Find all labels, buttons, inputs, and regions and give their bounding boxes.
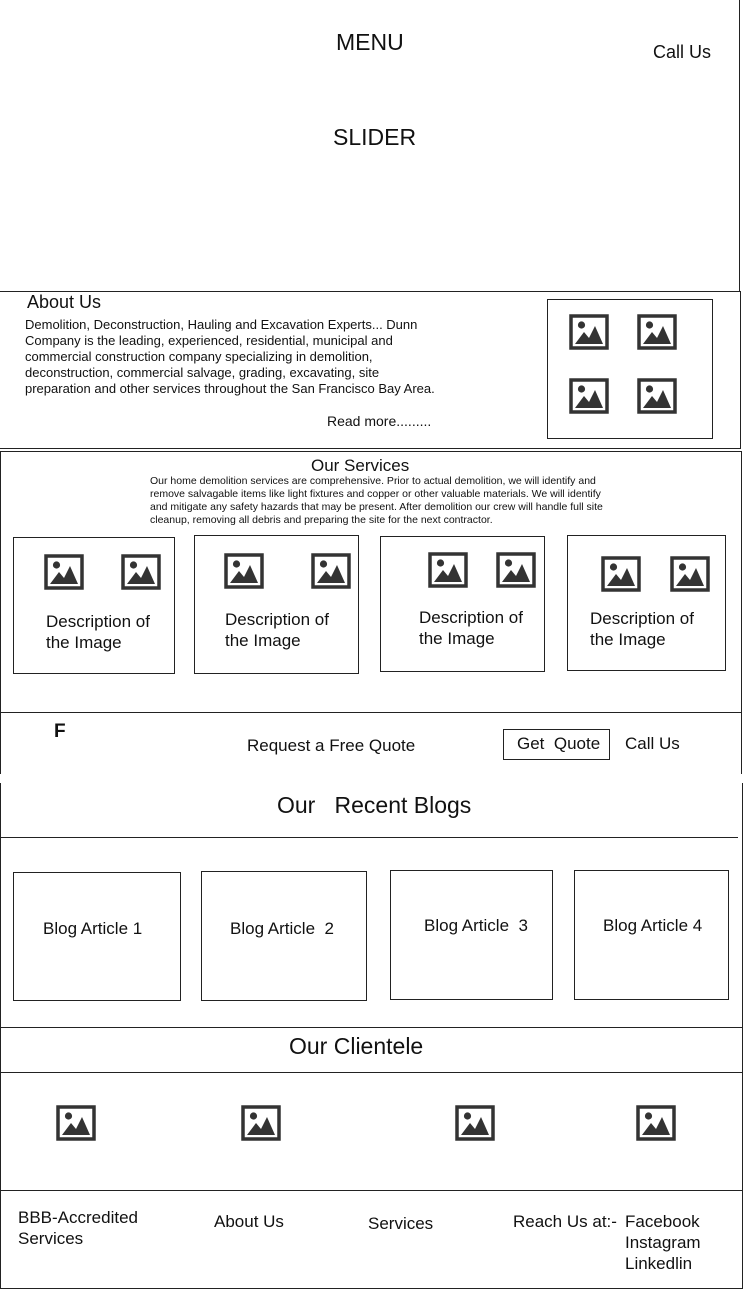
footer-services-link[interactable]: Services: [368, 1214, 433, 1234]
get-quote-label: Get Quote: [517, 734, 601, 753]
blog-article-card[interactable]: Blog Article 1: [13, 872, 181, 1001]
image-placeholder-icon: [601, 556, 641, 592]
clientele-section: Our Clientele: [0, 1027, 743, 1191]
image-placeholder-icon: [496, 552, 536, 588]
blog-article-title: Blog Article 1: [43, 919, 143, 938]
image-placeholder-icon: [121, 554, 161, 590]
quote-call-us-link[interactable]: Call Us: [625, 734, 680, 754]
client-logo-icon: [56, 1105, 96, 1141]
image-placeholder-icon: [637, 314, 677, 350]
blog-article-title: Blog Article 4: [603, 916, 703, 935]
hero-slider[interactable]: SLIDER: [333, 124, 416, 152]
blog-article-card[interactable]: Blog Article 4: [574, 870, 729, 1000]
image-placeholder-icon: [569, 378, 609, 414]
footer-instagram-link[interactable]: Instagram: [625, 1233, 701, 1253]
header-section: MENU Call Us SLIDER: [0, 0, 740, 292]
client-logo-icon: [241, 1105, 281, 1141]
services-paragraph: Our home demolition services are compreh…: [150, 475, 603, 526]
blog-article-title: Blog Article 2: [230, 919, 334, 938]
footer: BBB-Accredited Services About Us Service…: [0, 1190, 743, 1289]
service-card-description: Description of the Image: [590, 609, 694, 649]
image-placeholder-icon: [311, 553, 351, 589]
client-logo-icon: [455, 1105, 495, 1141]
blogs-heading: Our Recent Blogs: [277, 792, 472, 818]
request-quote-text: Request a Free Quote: [247, 736, 416, 755]
about-image-gallery: [547, 299, 713, 439]
footer-bbb-accredited[interactable]: BBB-Accredited Services: [18, 1207, 138, 1249]
client-logo-icon: [636, 1105, 676, 1141]
image-placeholder-icon: [224, 553, 264, 589]
services-section: Our Services Our home demolition service…: [0, 451, 742, 713]
service-card[interactable]: Description of the Image: [194, 535, 359, 674]
service-card-description: Description of the Image: [46, 612, 150, 652]
service-card-description: Description of the Image: [225, 610, 329, 650]
blog-article-card[interactable]: Blog Article 2: [201, 871, 367, 1001]
quote-bar: F Request a Free Quote Get Quote Call Us: [0, 712, 742, 774]
clientele-heading: Our Clientele: [289, 1033, 424, 1059]
image-placeholder-icon: [428, 552, 468, 588]
about-heading: About Us: [27, 292, 102, 312]
about-paragraph: Demolition, Deconstruction, Hauling and …: [25, 317, 435, 396]
image-placeholder-icon: [637, 378, 677, 414]
image-placeholder-icon: [569, 314, 609, 350]
blogs-section: Our Recent Blogs Blog Article 1 Blog Art…: [0, 783, 743, 1028]
service-card-description: Description of the Image: [419, 608, 523, 648]
menu-button[interactable]: MENU: [336, 29, 404, 57]
service-card[interactable]: Description of the Image: [567, 535, 726, 671]
get-quote-button[interactable]: Get Quote: [503, 729, 610, 760]
service-card[interactable]: Description of the Image: [380, 536, 545, 672]
blogs-heading-divider: [1, 837, 738, 838]
footer-reach-us-label: Reach Us at:-: [513, 1212, 617, 1231]
header-call-us-link[interactable]: Call Us: [653, 42, 711, 64]
image-placeholder-icon: [44, 554, 84, 590]
blog-article-title: Blog Article 3: [424, 916, 528, 935]
logo-letter: F: [54, 721, 66, 742]
about-read-more-link[interactable]: Read more.........: [327, 413, 431, 430]
footer-facebook-link[interactable]: Facebook: [625, 1212, 700, 1232]
about-section: About Us Demolition, Deconstruction, Hau…: [0, 291, 741, 449]
service-card[interactable]: Description of the Image: [13, 537, 175, 674]
clientele-heading-divider: [1, 1072, 742, 1073]
footer-about-link[interactable]: About Us: [214, 1212, 284, 1232]
footer-linkedin-link[interactable]: Linkedlin: [625, 1254, 692, 1274]
services-heading: Our Services: [311, 456, 410, 475]
image-placeholder-icon: [670, 556, 710, 592]
blog-article-card[interactable]: Blog Article 3: [390, 870, 553, 1000]
